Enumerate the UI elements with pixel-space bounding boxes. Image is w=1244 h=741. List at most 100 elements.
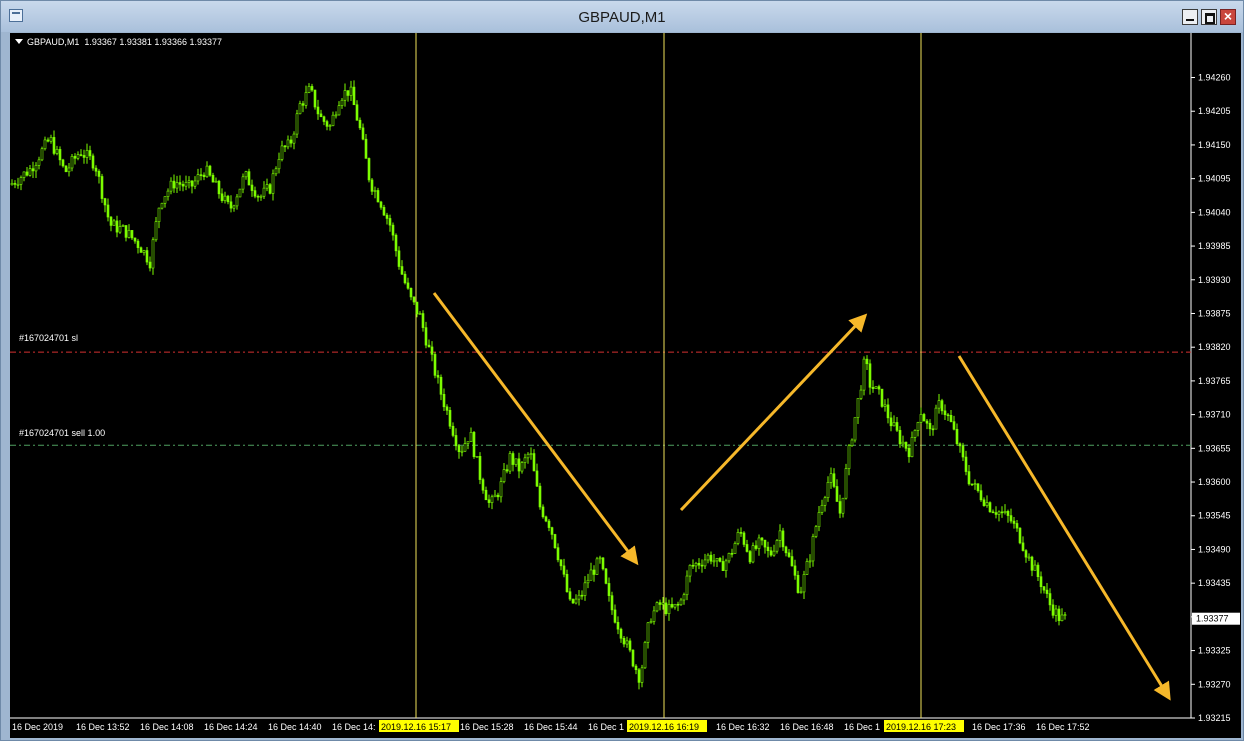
chart-area[interactable]: 1.94260 1.94205 1.94150 1.94095 1.94040 1.939… <box>10 33 1241 738</box>
candle-body <box>445 406 449 411</box>
candle-body <box>523 457 527 463</box>
candle-body <box>19 177 23 185</box>
candle-body <box>49 137 53 142</box>
candle-body <box>262 187 266 197</box>
candle-body <box>124 225 128 238</box>
candle-body <box>40 148 44 161</box>
candle-body <box>724 560 728 571</box>
candle-body <box>340 99 344 106</box>
highlighted-time-label: 2019.12.16 15:17 <box>381 722 451 732</box>
candle-body <box>46 139 50 142</box>
minimize-button[interactable] <box>1182 9 1198 25</box>
candle-body <box>346 90 350 96</box>
candle-body <box>976 483 980 491</box>
price-tick-label: 1.93325 <box>1198 646 1231 656</box>
candle-body <box>70 156 74 169</box>
candle-body <box>202 174 206 178</box>
candle-body <box>922 414 926 422</box>
candle-body <box>709 554 713 562</box>
candle-body <box>385 214 389 219</box>
candle-body <box>148 261 152 269</box>
candle-body <box>562 565 566 575</box>
candle-body <box>751 545 755 563</box>
candle-body <box>607 583 611 596</box>
candle-body <box>559 559 563 567</box>
candle-body <box>1024 550 1028 558</box>
maximize-button[interactable] <box>1201 9 1217 25</box>
candle-body <box>199 174 203 176</box>
candle-body <box>10 183 14 186</box>
dropdown-triangle-icon[interactable] <box>15 39 23 44</box>
candle-body <box>52 137 56 154</box>
candle-body <box>673 603 677 608</box>
candle-body <box>778 530 782 541</box>
candle-body <box>106 204 110 218</box>
current-price-label: 1.93377 <box>1196 614 1229 624</box>
candle-body <box>1054 608 1058 616</box>
candle-body <box>688 564 692 577</box>
candle-body <box>304 92 308 106</box>
candle-body <box>613 609 617 623</box>
candle-body <box>205 165 209 178</box>
candle-body <box>82 155 86 158</box>
candle-body <box>763 539 767 548</box>
candle-body <box>256 195 260 198</box>
candle-body <box>178 182 182 185</box>
candle-body <box>640 667 644 683</box>
candle-body <box>25 171 29 176</box>
candle-body <box>469 432 473 442</box>
candle-body <box>64 165 68 173</box>
chart-window: GBPAUD,M1 × 1.94260 1.94205 1.94150 1.94095… <box>0 0 1244 741</box>
candle-body <box>739 532 743 534</box>
candle-body <box>949 415 953 422</box>
candle-body <box>916 422 920 431</box>
candle-body <box>766 546 770 552</box>
candle-body <box>535 470 539 487</box>
time-tick-label: 16 Dec 15:44 <box>524 722 578 732</box>
candle-body <box>655 602 659 612</box>
price-tick-label: 1.94150 <box>1198 140 1231 150</box>
candle-body <box>364 138 368 159</box>
candle-body <box>265 184 269 189</box>
title-bar[interactable]: GBPAUD,M1 × <box>1 1 1243 32</box>
time-tick-label: 16 Dec 13:52 <box>76 722 130 732</box>
candle-body <box>310 86 314 91</box>
candle-body <box>550 527 554 535</box>
candle-body <box>988 502 992 513</box>
highlighted-time-label: 2019.12.16 17:23 <box>886 722 956 732</box>
candle-body <box>865 358 869 365</box>
candle-body <box>496 494 500 498</box>
candle-body <box>289 139 293 144</box>
candle-body <box>847 445 851 469</box>
trend-arrow <box>957 355 1171 701</box>
candle-body <box>661 602 665 605</box>
candle-body <box>244 171 248 178</box>
candle-body <box>871 387 875 389</box>
close-button[interactable]: × <box>1220 8 1236 25</box>
candle-body <box>943 410 947 416</box>
candle-body <box>103 198 107 206</box>
candle-body <box>889 417 893 427</box>
candle-body <box>730 553 734 555</box>
candle-body <box>742 532 746 545</box>
candle-body <box>334 114 338 117</box>
candle-body <box>268 184 272 194</box>
candle-body <box>760 537 764 541</box>
candle-body <box>952 421 956 430</box>
candle-body <box>1051 604 1055 616</box>
candle-body <box>1063 614 1067 616</box>
candle-body <box>274 168 278 175</box>
candle-body <box>799 591 803 594</box>
candle-body <box>685 575 689 596</box>
price-tick-label: 1.94205 <box>1198 106 1231 116</box>
candle-body <box>811 536 815 562</box>
candle-body <box>928 422 932 430</box>
candle-body <box>421 313 425 328</box>
candle-body <box>610 595 614 611</box>
candle-body <box>628 640 632 651</box>
candle-body <box>904 441 908 449</box>
candle-body <box>829 473 833 483</box>
chart-header: GBPAUD,M1 1.93367 1.93381 1.93366 1.9337… <box>15 37 222 47</box>
candle-body <box>823 497 827 506</box>
candle-body <box>622 637 626 645</box>
